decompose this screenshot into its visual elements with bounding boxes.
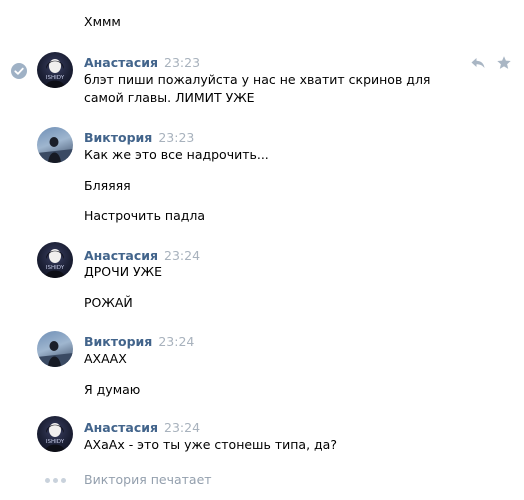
star-icon[interactable] (496, 55, 512, 71)
message-text: блэт пиши пожалуйста у нас не хватит скр… (84, 72, 431, 105)
message-time[interactable]: 23:24 (164, 248, 200, 263)
message-time[interactable]: 23:23 (164, 55, 200, 70)
author-name[interactable]: Анастасия (84, 248, 158, 263)
message-text: ДРОЧИ УЖЕ (84, 264, 163, 279)
message-text: Я думаю (84, 382, 141, 397)
author-name[interactable]: Анастасия (84, 420, 158, 435)
message-author[interactable]: Анастасия 23:23 (84, 55, 200, 71)
message-time[interactable]: 23:24 (158, 334, 194, 349)
message-author[interactable]: Анастасия 23:24 (84, 420, 200, 436)
message-text: РОЖАЙ (84, 295, 133, 310)
message-author[interactable]: Виктория 23:24 (84, 334, 194, 350)
message-time[interactable]: 23:24 (164, 420, 200, 435)
avatar[interactable] (37, 127, 73, 163)
avatar-label: ISHIDY (46, 439, 65, 445)
message-time[interactable]: 23:23 (158, 130, 194, 145)
avatar-label: ISHIDY (46, 75, 65, 81)
check-circle-icon[interactable] (11, 63, 27, 79)
message-text: АХаАх - это ты уже стонешь типа, да? (84, 437, 337, 452)
author-name[interactable]: Виктория (84, 334, 152, 349)
avatar[interactable] (37, 331, 73, 367)
message-actions (470, 55, 514, 71)
message-text: Как же это все надрочить... (84, 147, 269, 162)
message-text: Настрочить падла (84, 208, 206, 223)
message-text: Хммм (84, 14, 121, 29)
chat-history: Хммм ISHIDY Анастасия 23:23 блэт пиши пож… (0, 0, 524, 500)
avatar[interactable]: ISHIDY (37, 52, 73, 88)
author-name[interactable]: Анастасия (84, 55, 158, 70)
avatar[interactable]: ISHIDY (37, 416, 73, 452)
reply-icon[interactable] (470, 55, 486, 71)
avatar[interactable]: ISHIDY (37, 242, 73, 278)
message-author[interactable]: Виктория 23:23 (84, 130, 194, 146)
message-text: АХААХ (84, 351, 127, 366)
message-author[interactable]: Анастасия 23:24 (84, 248, 200, 264)
avatar-label: ISHIDY (46, 265, 65, 271)
author-name[interactable]: Виктория (84, 130, 152, 145)
message-text: Бляяяя (84, 178, 131, 193)
typing-indicator: Виктория печатает (84, 472, 212, 487)
